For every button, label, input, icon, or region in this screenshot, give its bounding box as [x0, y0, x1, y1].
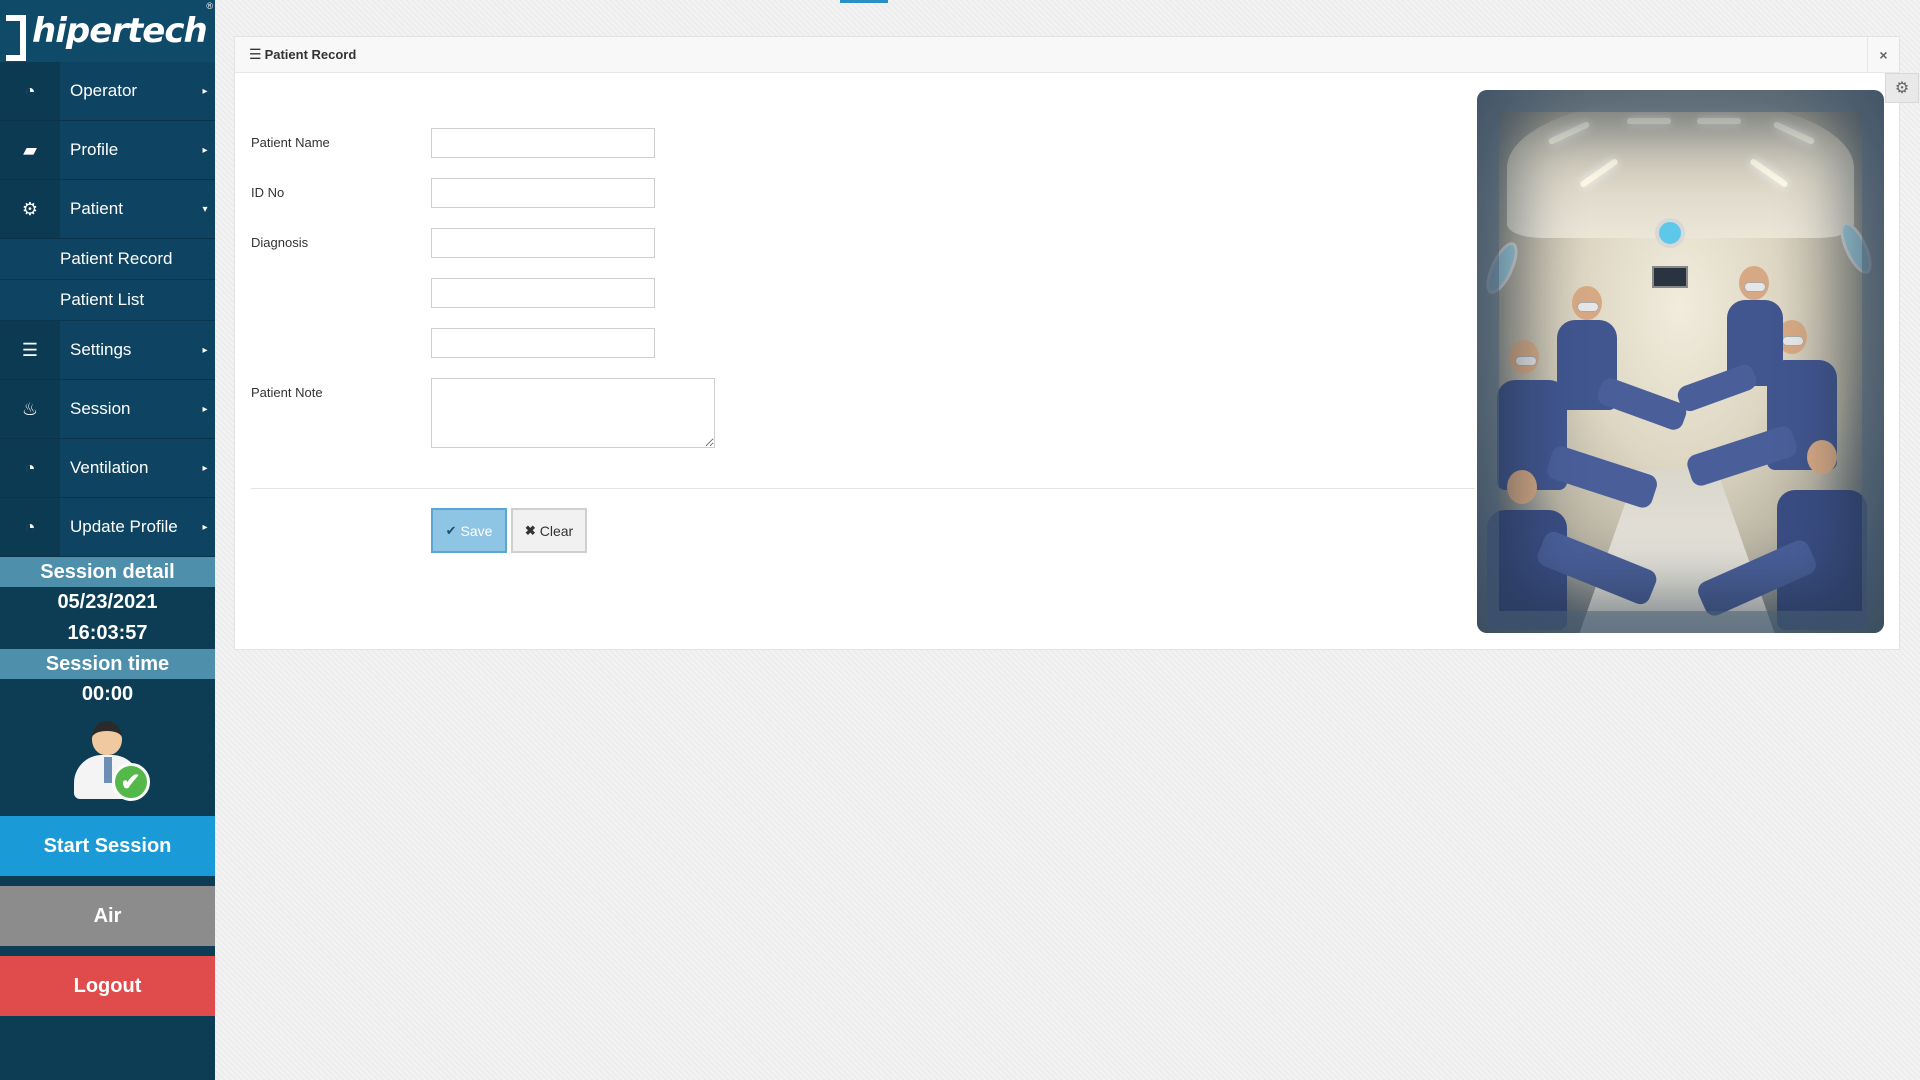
id-no-input[interactable] [431, 178, 655, 208]
session-clock: 16:03:57 [0, 618, 215, 649]
caret-right-icon: ▸ [202, 403, 208, 415]
diagnosis-input-3[interactable] [431, 328, 655, 358]
dashboard-icon: ◔ [0, 62, 60, 120]
caret-down-icon: ▾ [202, 203, 208, 215]
brand-logo[interactable]: hipertech ® [0, 0, 215, 62]
sidebar-item-operator[interactable]: ◔ Operator ▸ [0, 62, 215, 121]
sidebar-item-patient[interactable]: ⚙ Patient ▾ [0, 180, 215, 239]
panel-title: Patient Record [264, 47, 357, 62]
patient-name-label: Patient Name [251, 135, 330, 150]
caret-right-icon: ▸ [202, 85, 208, 97]
patient-record-panel: ☰ Patient Record × ⚙ Patient Name ID No … [234, 36, 1919, 650]
patient-note-textarea[interactable] [431, 378, 715, 448]
caret-right-icon: ▸ [202, 462, 208, 474]
fire-icon: ♨ [0, 380, 60, 438]
brand-name: hipertech [32, 11, 208, 51]
sidebar: hipertech ® ◔ Operator ▸ ▰ Profile ▸ ⚙ P… [0, 0, 215, 1080]
caret-right-icon: ▸ [202, 144, 208, 156]
sidebar-item-label: Patient [70, 199, 123, 218]
sidebar-item-label: Operator [70, 81, 138, 100]
doctor-check-icon: ✔ [68, 717, 150, 803]
logout-button[interactable]: Logout [0, 956, 215, 1016]
sidebar-item-ventilation[interactable]: ◔ Ventilation ▸ [0, 439, 215, 498]
cogs-icon: ⚙ [0, 180, 60, 238]
sidebar-item-session[interactable]: ♨ Session ▸ [0, 380, 215, 439]
save-button[interactable]: ✔ Save [431, 508, 507, 553]
x-icon: ✖ [524, 522, 536, 538]
session-time-header: Session time [0, 649, 215, 679]
doctor-status: ✔ [0, 710, 215, 810]
sidebar-item-label: Update Profile [70, 517, 178, 536]
sidebar-subitem-patient-record[interactable]: Patient Record [0, 239, 215, 280]
sidebar-item-update-profile[interactable]: ◔ Update Profile ▸ [0, 498, 215, 557]
hyperbaric-chamber-image [1477, 90, 1884, 633]
sidebar-item-label: Session [70, 399, 131, 418]
sidebar-subitem-patient-list[interactable]: Patient List [0, 280, 215, 321]
session-time-value: 00:00 [0, 679, 215, 710]
patient-note-label: Patient Note [251, 385, 323, 400]
form-divider [251, 488, 1475, 489]
sidebar-item-label: Profile [70, 140, 119, 159]
close-icon[interactable]: × [1867, 37, 1899, 73]
clear-button[interactable]: ✖ Clear [511, 508, 587, 553]
registered-mark: ® [206, 1, 213, 11]
sidebar-item-settings[interactable]: ☰ Settings ▸ [0, 321, 215, 380]
sidebar-item-profile[interactable]: ▰ Profile ▸ [0, 121, 215, 180]
active-tab-indicator [840, 0, 888, 3]
dashboard-icon: ◔ [0, 439, 60, 497]
panel-header: ☰ Patient Record × [235, 37, 1899, 73]
settings-gear-icon[interactable]: ⚙ [1885, 73, 1919, 103]
save-label: Save [460, 522, 493, 539]
session-date: 05/23/2021 [0, 587, 215, 618]
list-icon: ☰ [0, 321, 60, 379]
menu-icon: ☰ [249, 46, 262, 62]
sidebar-item-label: Settings [70, 340, 132, 359]
clear-label: Clear [539, 522, 574, 539]
caret-right-icon: ▸ [202, 344, 208, 356]
diagnosis-label: Diagnosis [251, 235, 309, 250]
diagnosis-input-2[interactable] [431, 278, 655, 308]
sidebar-item-label: Ventilation [70, 458, 149, 477]
id-no-label: ID No [251, 185, 285, 200]
diagnosis-input-1[interactable] [431, 228, 655, 258]
book-icon: ▰ [0, 121, 60, 179]
session-detail-header: Session detail [0, 557, 215, 587]
check-icon: ✔ [445, 522, 457, 538]
caret-right-icon: ▸ [202, 521, 208, 533]
logo-mark-icon [2, 11, 28, 61]
start-session-button[interactable]: Start Session [0, 816, 215, 876]
air-button[interactable]: Air [0, 886, 215, 946]
dashboard-icon: ◔ [0, 498, 60, 556]
patient-name-input[interactable] [431, 128, 655, 158]
